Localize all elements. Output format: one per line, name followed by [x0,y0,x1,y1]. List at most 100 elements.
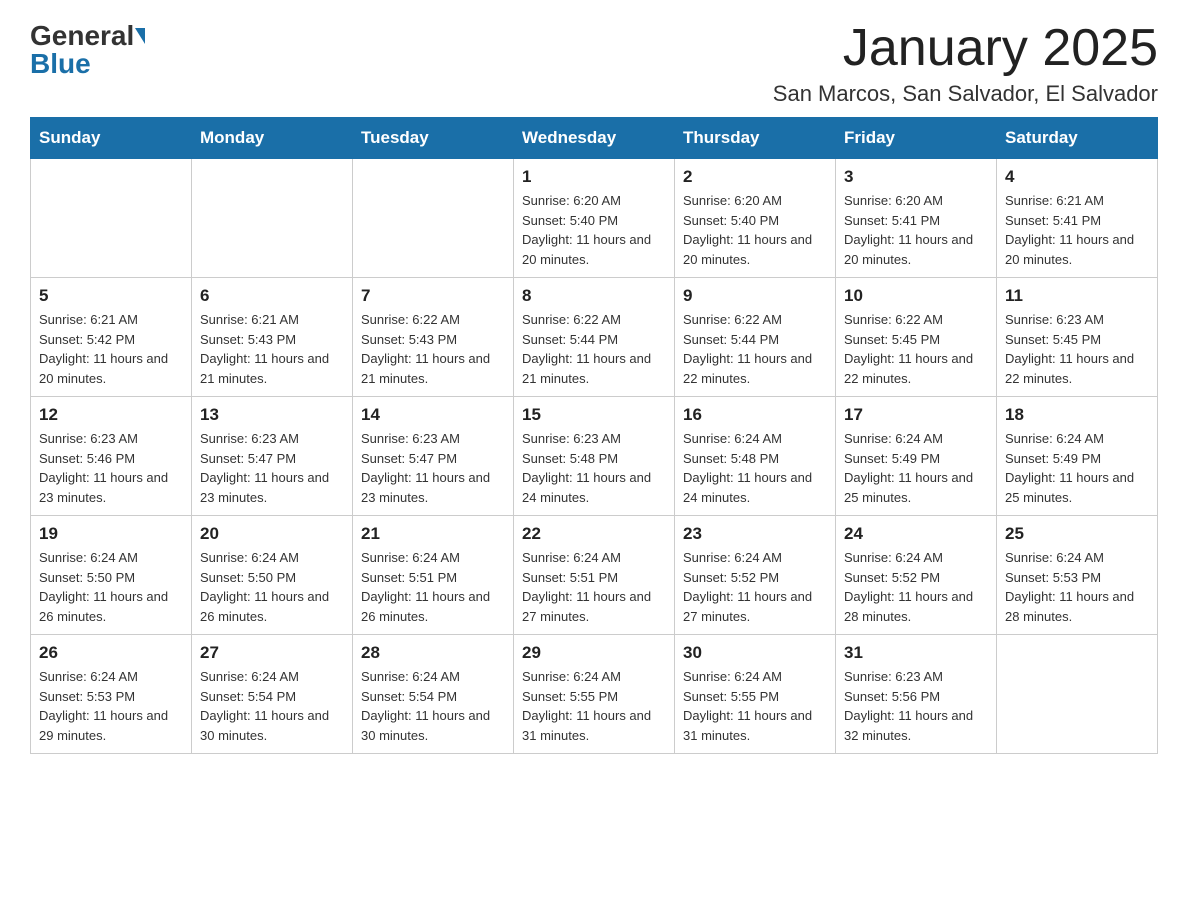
calendar-week-row: 12Sunrise: 6:23 AMSunset: 5:46 PMDayligh… [31,397,1158,516]
day-number: 19 [39,524,183,544]
calendar-day-cell: 17Sunrise: 6:24 AMSunset: 5:49 PMDayligh… [836,397,997,516]
calendar-week-row: 5 Sunrise: 6:21 AMSunset: 5:42 PMDaylight… [31,278,1158,397]
calendar-day-cell: 12Sunrise: 6:23 AMSunset: 5:46 PMDayligh… [31,397,192,516]
day-number: 14 [361,405,505,425]
day-number: 2 [683,167,827,187]
day-info: Sunrise: 6:24 AMSunset: 5:53 PMDaylight:… [1005,548,1149,626]
day-number: 3 [844,167,988,187]
day-number: 20 [200,524,344,544]
month-title: January 2025 [773,20,1158,77]
day-number: 30 [683,643,827,663]
day-number: 22 [522,524,666,544]
logo-blue-text: Blue [30,48,91,79]
calendar-day-cell: 18 Sunrise: 6:24 AMSunset: 5:49 PMDayligh… [997,397,1158,516]
calendar-header-row: SundayMondayTuesdayWednesdayThursdayFrid… [31,118,1158,159]
page-header: General Blue January 2025 San Marcos, Sa… [30,20,1158,107]
day-of-week-header: Thursday [675,118,836,159]
calendar-day-cell: 2 Sunrise: 6:20 AMSunset: 5:40 PMDaylight… [675,159,836,278]
day-number: 1 [522,167,666,187]
day-number: 28 [361,643,505,663]
calendar-day-cell: 21 Sunrise: 6:24 AMSunset: 5:51 PMDayligh… [353,516,514,635]
calendar-day-cell: 30 Sunrise: 6:24 AMSunset: 5:55 PMDayligh… [675,635,836,754]
calendar-day-cell: 7 Sunrise: 6:22 AMSunset: 5:43 PMDaylight… [353,278,514,397]
calendar-day-cell: 19 Sunrise: 6:24 AMSunset: 5:50 PMDayligh… [31,516,192,635]
day-number: 27 [200,643,344,663]
day-info: Sunrise: 6:24 AMSunset: 5:51 PMDaylight:… [361,548,505,626]
day-number: 18 [1005,405,1149,425]
day-number: 25 [1005,524,1149,544]
day-info: Sunrise: 6:23 AMSunset: 5:56 PMDaylight:… [844,667,988,745]
day-info: Sunrise: 6:21 AMSunset: 5:42 PMDaylight:… [39,310,183,388]
calendar-day-cell: 1 Sunrise: 6:20 AMSunset: 5:40 PMDaylight… [514,159,675,278]
day-number: 21 [361,524,505,544]
day-info: Sunrise: 6:21 AMSunset: 5:43 PMDaylight:… [200,310,344,388]
day-of-week-header: Friday [836,118,997,159]
day-info: Sunrise: 6:24 AMSunset: 5:50 PMDaylight:… [39,548,183,626]
day-info: Sunrise: 6:24 AMSunset: 5:54 PMDaylight:… [361,667,505,745]
calendar-day-cell: 9 Sunrise: 6:22 AMSunset: 5:44 PMDaylight… [675,278,836,397]
day-info: Sunrise: 6:24 AMSunset: 5:55 PMDaylight:… [522,667,666,745]
calendar-day-cell: 23 Sunrise: 6:24 AMSunset: 5:52 PMDayligh… [675,516,836,635]
calendar-day-cell [31,159,192,278]
day-number: 17 [844,405,988,425]
day-info: Sunrise: 6:24 AMSunset: 5:50 PMDaylight:… [200,548,344,626]
calendar-week-row: 26 Sunrise: 6:24 AMSunset: 5:53 PMDayligh… [31,635,1158,754]
calendar-day-cell: 20 Sunrise: 6:24 AMSunset: 5:50 PMDayligh… [192,516,353,635]
title-block: January 2025 San Marcos, San Salvador, E… [773,20,1158,107]
calendar-day-cell: 28 Sunrise: 6:24 AMSunset: 5:54 PMDayligh… [353,635,514,754]
calendar-day-cell: 22 Sunrise: 6:24 AMSunset: 5:51 PMDayligh… [514,516,675,635]
calendar-day-cell: 16 Sunrise: 6:24 AMSunset: 5:48 PMDayligh… [675,397,836,516]
day-info: Sunrise: 6:24 AMSunset: 5:52 PMDaylight:… [844,548,988,626]
day-info: Sunrise: 6:22 AMSunset: 5:43 PMDaylight:… [361,310,505,388]
day-info: Sunrise: 6:24 AMSunset: 5:53 PMDaylight:… [39,667,183,745]
day-number: 7 [361,286,505,306]
day-info: Sunrise: 6:24 AMSunset: 5:51 PMDaylight:… [522,548,666,626]
day-number: 13 [200,405,344,425]
day-info: Sunrise: 6:20 AMSunset: 5:40 PMDaylight:… [522,191,666,269]
day-info: Sunrise: 6:20 AMSunset: 5:40 PMDaylight:… [683,191,827,269]
calendar-week-row: 1 Sunrise: 6:20 AMSunset: 5:40 PMDaylight… [31,159,1158,278]
location-subtitle: San Marcos, San Salvador, El Salvador [773,81,1158,107]
day-info: Sunrise: 6:24 AMSunset: 5:55 PMDaylight:… [683,667,827,745]
day-number: 16 [683,405,827,425]
day-number: 15 [522,405,666,425]
day-number: 8 [522,286,666,306]
day-info: Sunrise: 6:23 AMSunset: 5:47 PMDaylight:… [361,429,505,507]
calendar-day-cell: 11 Sunrise: 6:23 AMSunset: 5:45 PMDayligh… [997,278,1158,397]
day-number: 23 [683,524,827,544]
day-info: Sunrise: 6:24 AMSunset: 5:48 PMDaylight:… [683,429,827,507]
day-info: Sunrise: 6:23 AMSunset: 5:46 PMDaylight:… [39,429,183,507]
day-info: Sunrise: 6:23 AMSunset: 5:48 PMDaylight:… [522,429,666,507]
calendar-day-cell [997,635,1158,754]
day-info: Sunrise: 6:21 AMSunset: 5:41 PMDaylight:… [1005,191,1149,269]
day-number: 24 [844,524,988,544]
day-number: 11 [1005,286,1149,306]
calendar-day-cell: 31Sunrise: 6:23 AMSunset: 5:56 PMDayligh… [836,635,997,754]
day-number: 4 [1005,167,1149,187]
day-info: Sunrise: 6:22 AMSunset: 5:44 PMDaylight:… [683,310,827,388]
day-of-week-header: Wednesday [514,118,675,159]
day-info: Sunrise: 6:24 AMSunset: 5:54 PMDaylight:… [200,667,344,745]
day-of-week-header: Tuesday [353,118,514,159]
calendar-day-cell: 24 Sunrise: 6:24 AMSunset: 5:52 PMDayligh… [836,516,997,635]
day-info: Sunrise: 6:23 AMSunset: 5:45 PMDaylight:… [1005,310,1149,388]
calendar-week-row: 19 Sunrise: 6:24 AMSunset: 5:50 PMDayligh… [31,516,1158,635]
calendar-day-cell: 3Sunrise: 6:20 AMSunset: 5:41 PMDaylight… [836,159,997,278]
day-number: 5 [39,286,183,306]
calendar-day-cell: 6 Sunrise: 6:21 AMSunset: 5:43 PMDaylight… [192,278,353,397]
calendar-day-cell: 14 Sunrise: 6:23 AMSunset: 5:47 PMDayligh… [353,397,514,516]
day-info: Sunrise: 6:22 AMSunset: 5:45 PMDaylight:… [844,310,988,388]
day-number: 10 [844,286,988,306]
day-number: 26 [39,643,183,663]
day-info: Sunrise: 6:23 AMSunset: 5:47 PMDaylight:… [200,429,344,507]
day-of-week-header: Monday [192,118,353,159]
calendar-day-cell [353,159,514,278]
day-info: Sunrise: 6:24 AMSunset: 5:49 PMDaylight:… [1005,429,1149,507]
calendar-day-cell: 10 Sunrise: 6:22 AMSunset: 5:45 PMDayligh… [836,278,997,397]
day-info: Sunrise: 6:22 AMSunset: 5:44 PMDaylight:… [522,310,666,388]
calendar-day-cell: 29Sunrise: 6:24 AMSunset: 5:55 PMDayligh… [514,635,675,754]
day-number: 6 [200,286,344,306]
day-info: Sunrise: 6:24 AMSunset: 5:52 PMDaylight:… [683,548,827,626]
calendar-day-cell: 13 Sunrise: 6:23 AMSunset: 5:47 PMDayligh… [192,397,353,516]
day-number: 9 [683,286,827,306]
